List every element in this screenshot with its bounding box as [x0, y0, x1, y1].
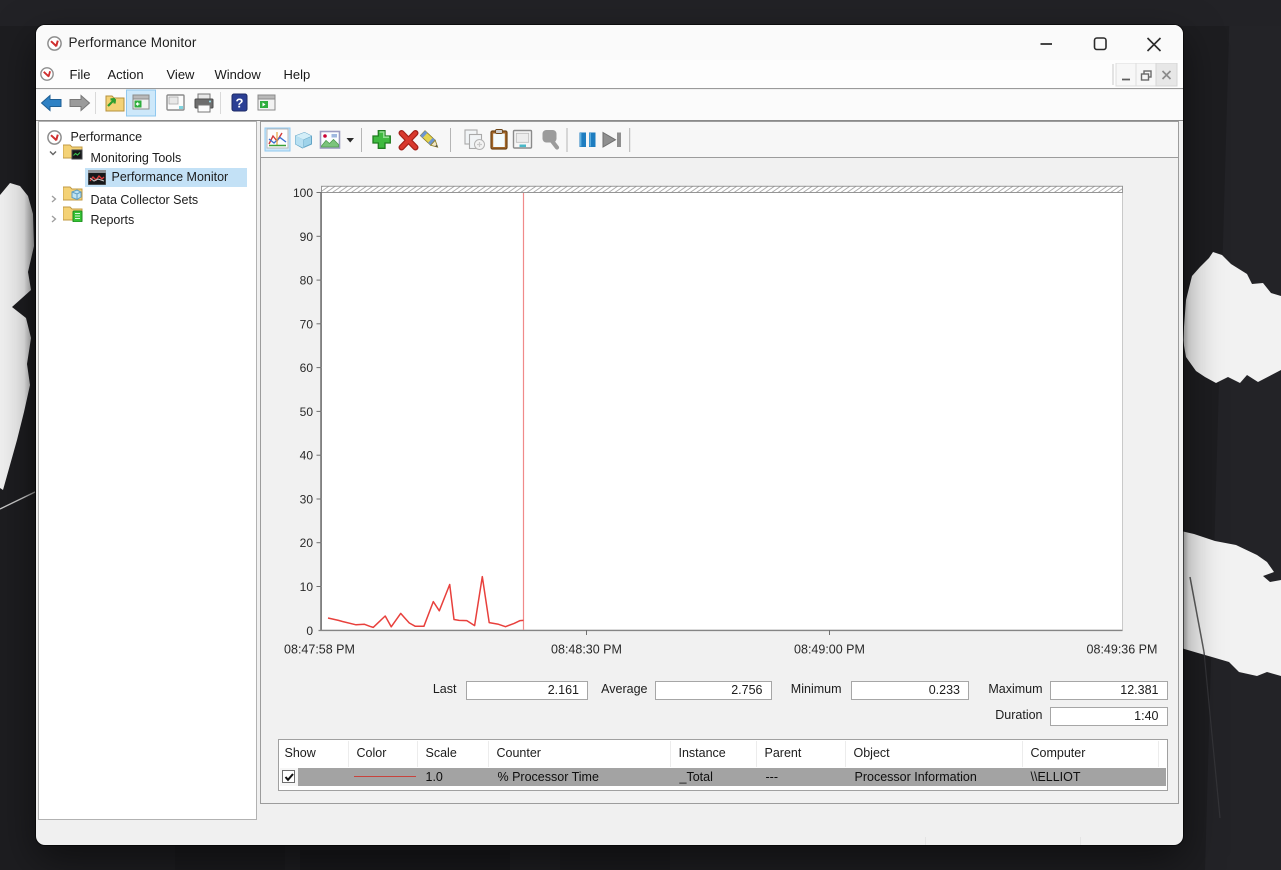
svg-text:50: 50 — [300, 404, 314, 418]
svg-text:90: 90 — [300, 229, 314, 243]
svg-text:08:47:58 PM: 08:47:58 PM — [284, 642, 355, 656]
svg-text:80: 80 — [300, 273, 314, 287]
svg-text:100: 100 — [293, 186, 313, 200]
svg-text:40: 40 — [300, 448, 314, 462]
svg-text:0: 0 — [306, 623, 313, 637]
svg-text:10: 10 — [300, 580, 314, 594]
svg-text:08:48:30 PM: 08:48:30 PM — [551, 642, 622, 656]
svg-text:60: 60 — [300, 361, 314, 375]
svg-text:?: ? — [235, 96, 243, 111]
svg-text:20: 20 — [300, 536, 314, 550]
svg-text:08:49:36 PM: 08:49:36 PM — [1087, 642, 1158, 656]
svg-text:70: 70 — [300, 317, 314, 331]
svg-text:30: 30 — [300, 492, 314, 506]
svg-text:08:49:00 PM: 08:49:00 PM — [794, 642, 865, 656]
